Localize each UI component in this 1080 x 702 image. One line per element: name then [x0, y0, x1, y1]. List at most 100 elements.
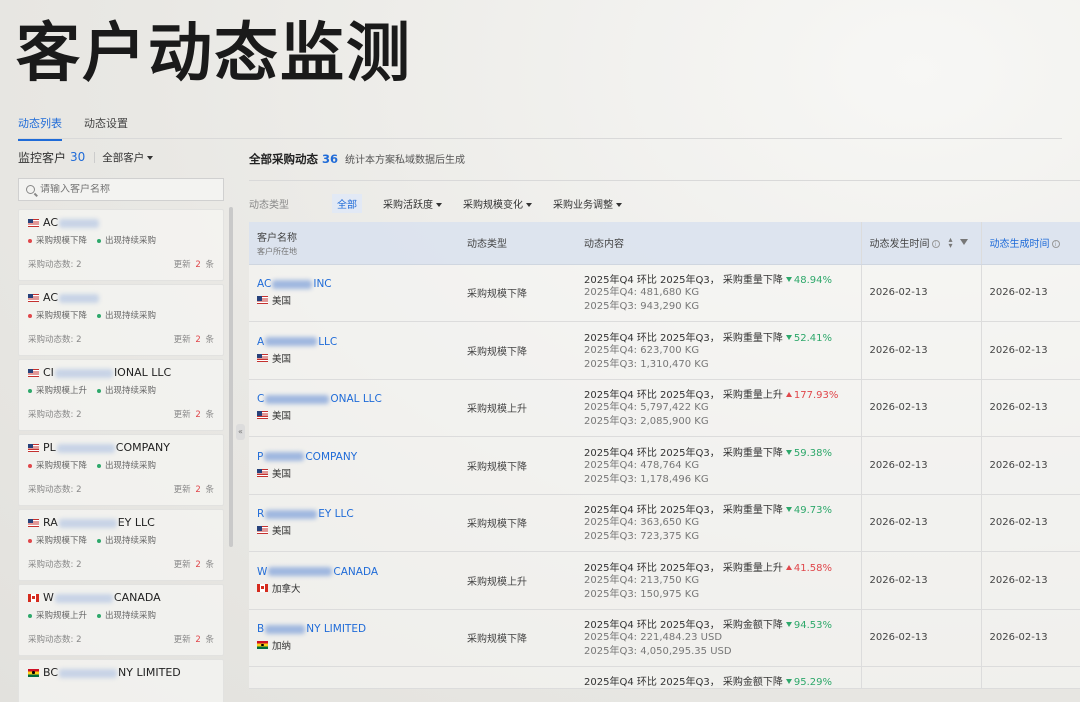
redacted-text: [265, 394, 330, 404]
table-row: C ONAL LLC 美国 采购规模上升 2025年Q4 环比 2025年Q3， 采购重…: [249, 379, 1080, 437]
activity-type: 采购规模下降: [459, 321, 576, 380]
col-customer-name: 客户名称 客户所在地: [249, 222, 459, 265]
customer-name-link[interactable]: P COMPANY: [257, 451, 459, 463]
purchase-activity-count: 采购动态数: 2: [28, 410, 82, 420]
sidebar-scrollbar[interactable]: [229, 207, 233, 547]
tabs-divider: [18, 138, 1062, 139]
flag-ca-icon: [28, 593, 39, 602]
activity-type: 采购规模下降: [459, 436, 576, 495]
customer-name: CI IONAL LLC: [43, 366, 172, 379]
customer-card[interactable]: AC 采购规模下降 出现持续采购 采购动态数: 2 更新 2 条: [18, 284, 224, 356]
trend-tag: 采购规模下降: [28, 309, 87, 321]
redacted-text: [265, 509, 318, 519]
flag-gh-icon: [257, 641, 268, 650]
activity-content: 2025年Q4 环比 2025年Q3， 采购重量上升 177.93% 2025年Q4…: [576, 379, 861, 437]
redacted-text: [58, 518, 117, 528]
generate-time: 2026-02-13: [980, 379, 1080, 437]
customer-search-input[interactable]: [40, 184, 210, 195]
customer-card[interactable]: PL COMPANY 采购规模下降 出现持续采购 采购动态数: 2 更新 2 条: [18, 434, 224, 506]
redacted-text: [54, 368, 113, 378]
filter-business-adjust-dropdown[interactable]: 采购业务调整: [553, 196, 622, 211]
generate-time: 2026-02-13: [980, 436, 1080, 495]
trend-tag: 采购规模上升: [28, 384, 87, 396]
occur-time: 2026-02-13: [860, 321, 981, 380]
customer-sidebar: 监控客户 30 全部客户 AC采购规模下降出现持续采购采购动态数: 2更新 2 …: [18, 148, 234, 702]
flag-us-icon: [28, 218, 39, 227]
customer-country: 美国: [257, 466, 459, 480]
update-count: 更新 2 条: [173, 410, 214, 420]
activity-content: 2025年Q4 环比 2025年Q3， 采购重量下降 48.94% 2025年Q4:…: [576, 264, 861, 322]
flag-us-icon: [257, 353, 268, 362]
generate-time: 2026-02-13: [980, 264, 1080, 322]
redacted-text: [59, 668, 118, 678]
activity-content: 2025年Q4 环比 2025年Q3， 采购重量下降 49.73% 2025年Q4:…: [576, 494, 861, 552]
activity-table: 客户名称 客户所在地 动态类型 动态内容 动态发生时间 i ▴ ▾ 动态生成时间 i AC…: [249, 222, 1080, 689]
table-row: AC INC 美国 采购规模下降 2025年Q4 环比 2025年Q3， 采购重量下降 4…: [249, 264, 1080, 322]
customer-name-link[interactable]: W CANADA: [257, 566, 459, 578]
customer-name: PL COMPANY: [43, 441, 170, 454]
change-percent: 49.73%: [793, 505, 833, 517]
purchase-activity-count: 采购动态数: 2: [28, 635, 82, 645]
customer-card[interactable]: AC 采购规模下降 出现持续采购 采购动态数: 2 更新 2 条: [18, 209, 224, 281]
monitor-count: 30: [70, 150, 86, 164]
filter-all[interactable]: 全部: [332, 193, 362, 213]
table-row: P COMPANY 美国 采购规模下降 2025年Q4 环比 2025年Q3， 采购重量…: [249, 436, 1080, 495]
customer-name-link[interactable]: AC INC: [257, 278, 459, 290]
customer-name-link[interactable]: A LLC: [257, 336, 459, 348]
customer-filter-dropdown[interactable]: 全部客户: [102, 150, 154, 165]
arrow-up-icon: [785, 564, 792, 570]
redacted-text: [265, 337, 318, 347]
customer-name: AC: [43, 291, 100, 304]
customer-name: RA EY LLC: [43, 516, 155, 529]
col-generate-time[interactable]: 动态生成时间 i: [980, 222, 1080, 265]
customer-name-link[interactable]: B NY LIMITED: [257, 623, 459, 635]
arrow-up-icon: [785, 392, 792, 398]
info-icon[interactable]: i: [931, 240, 940, 249]
sort-icon[interactable]: ▴ ▾: [949, 236, 953, 250]
heading-divider: [249, 180, 1080, 181]
customer-card[interactable]: CI IONAL LLC 采购规模上升 出现持续采购 采购动态数: 2 更新 2 条: [18, 359, 224, 431]
change-percent: 52.41%: [793, 332, 833, 344]
activity-content: 2025年Q4 环比 2025年Q3， 采购重量下降 52.41% 2025年Q4:…: [576, 321, 861, 380]
info-icon[interactable]: i: [1051, 240, 1060, 249]
activity-description: 统计本方案私域数据后生成: [345, 155, 466, 166]
redacted-text: [56, 443, 115, 453]
continuous-purchase-tag: 出现持续采购: [97, 534, 156, 546]
activity-content: 2025年Q4 环比 2025年Q3， 采购重量下降 59.38% 2025年Q4:…: [576, 436, 861, 495]
customer-card[interactable]: BC NY LIMITED: [18, 659, 224, 702]
change-percent: 48.94%: [793, 275, 833, 287]
redacted-text: [59, 293, 100, 303]
filter-icon[interactable]: [959, 239, 968, 245]
occur-time: 2026-02-13: [860, 609, 981, 667]
update-count: 更新 2 条: [173, 485, 214, 495]
filter-label: 动态类型: [249, 199, 289, 211]
table-row: R EY LLC 美国 采购规模下降 2025年Q4 环比 2025年Q3， 采购重量下…: [249, 494, 1080, 552]
occur-time: 2026-02-13: [860, 264, 981, 322]
flag-us-icon: [257, 468, 268, 477]
arrow-down-icon: [785, 334, 792, 340]
chevron-down-icon: [526, 202, 532, 207]
filter-activity-dropdown[interactable]: 采购活跃度: [383, 196, 442, 211]
flag-us-icon: [28, 518, 39, 527]
customer-country: 美国: [257, 523, 459, 537]
arrow-down-icon: [785, 449, 792, 455]
flag-us-icon: [28, 443, 39, 452]
divider: [94, 151, 96, 163]
customer-name-link[interactable]: R EY LLC: [257, 508, 459, 520]
purchase-activity-count: 采购动态数: 2: [28, 335, 82, 345]
customer-name: BC NY LIMITED: [43, 666, 181, 679]
table-row: 2025年Q4 环比 2025年Q3， 采购金额下降 95.29%: [249, 666, 1080, 689]
customer-card[interactable]: RA EY LLC 采购规模下降 出现持续采购 采购动态数: 2 更新 2 条: [18, 509, 224, 581]
collapse-sidebar-button[interactable]: «: [236, 424, 245, 440]
customer-country: 加纳: [257, 638, 459, 652]
activity-content: 2025年Q4 环比 2025年Q3， 采购重量上升 41.58% 2025年Q4:…: [576, 551, 861, 610]
table-row: A LLC 美国 采购规模下降 2025年Q4 环比 2025年Q3， 采购重量下降 52…: [249, 321, 1080, 380]
activity-type: 采购规模上升: [459, 551, 576, 610]
redacted-text: [272, 279, 313, 289]
occur-time: 2026-02-13: [860, 379, 981, 437]
filter-scale-change-dropdown[interactable]: 采购规模变化: [463, 196, 532, 211]
customer-card[interactable]: W CANADA 采购规模上升 出现持续采购 采购动态数: 2 更新 2 条: [18, 584, 224, 656]
customer-search-box[interactable]: [18, 178, 224, 201]
col-occur-time[interactable]: 动态发生时间 i ▴ ▾: [860, 222, 981, 265]
customer-name-link[interactable]: C ONAL LLC: [257, 393, 459, 405]
